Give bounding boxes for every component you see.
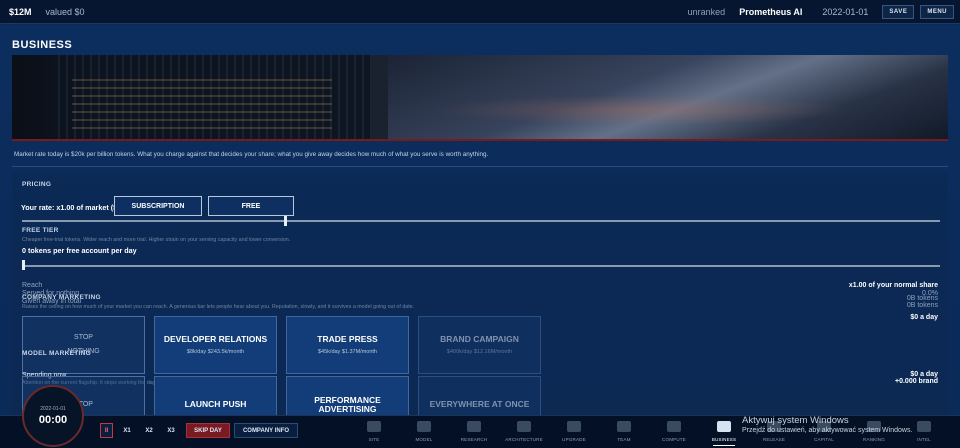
speed-x3-button[interactable]: X3 [162,423,180,438]
nav-item-label: RELEASE [762,437,786,442]
nav-item-label: SITE [368,437,380,442]
subscription-button[interactable]: SUBSCRIPTION [114,196,202,216]
nav-item-label: UPGRADE [562,437,586,442]
free-tier-value: 0 tokens per free account per day [22,246,137,255]
free-button[interactable]: FREE [208,196,294,216]
research-icon [467,421,481,432]
windows-activation-watermark: Aktywuj system Windows Przejdź do ustawi… [742,415,913,434]
intel-icon [917,421,931,432]
nav-item-label: BUSINESS [711,437,737,442]
nav-item-label: INTEL [917,437,931,442]
architecture-icon [517,421,531,432]
menu-button[interactable]: MENU [920,4,954,19]
compute-icon [667,421,681,432]
reach-value: x1.00 of your normal share [848,282,938,289]
nav-item-compute[interactable]: COMPUTE [654,419,694,447]
company-info-button[interactable]: COMPANY INFO [234,423,298,438]
nav-item-site[interactable]: SITE [354,419,394,447]
hero-image [12,55,948,141]
briefcase-icon [717,421,731,432]
nav-item-label: TEAM [617,437,631,442]
pause-button[interactable]: II [100,423,113,438]
nav-item-model[interactable]: MODEL [404,419,444,447]
clock-date: 2022-01-01 [40,406,66,412]
valuation-display: valued $0 [45,6,85,17]
everywhere-at-once-card[interactable]: EVERYWHERE AT ONCE [418,376,541,415]
reach-label: Reach [22,282,43,289]
speed-x1-button[interactable]: X1 [118,423,136,438]
model-icon [417,421,431,432]
intro-text: Market rate today is $20k per billion to… [14,151,489,158]
trade-press-card[interactable]: TRADE PRESS $45k/day $1.37M/month [286,316,409,374]
nav-item-label: RESEARCH [460,437,488,442]
nav-item-upgrade[interactable]: UPGRADE [554,419,594,447]
company-marketing-hint: Raises the ceiling on how much of your m… [22,304,415,310]
skip-day-button[interactable]: SKIP DAY [186,423,230,438]
developer-relations-card[interactable]: DEVELOPER RELATIONS $8k/day $243.5k/mont… [154,316,277,374]
nav-item-label: CAPITAL [814,437,834,442]
model-marketing-rate: $0 a day [910,371,938,378]
nav-item-architecture[interactable]: ARCHITECTURE [504,419,544,447]
free-tier-slider-track[interactable] [22,265,940,267]
business-page: BUSINESS Market rate today is $20k per b… [0,25,960,415]
rate-slider-knob[interactable] [284,216,288,226]
divider [12,166,948,167]
given-value-alt: 0B tokens [906,302,938,309]
pricing-heading: PRICING [22,181,52,188]
given-value: 0B tokens [906,295,938,302]
pricing-panel: PRICING Your rate: x1.00 of market ($20k… [12,171,948,415]
page-title: BUSINESS [12,39,73,51]
top-bar: $12M valued $0 unranked Prometheus AI 20… [0,0,960,24]
rank-display: unranked [687,6,726,17]
upgrade-icon [567,421,581,432]
nav-item-research[interactable]: RESEARCH [454,419,494,447]
clock-time: 00:00 [38,414,68,426]
team-icon [617,421,631,432]
company-marketing-rate: $0 a day [910,314,938,321]
company-marketing-stop[interactable]: STOP NOTHING [22,316,145,374]
nav-item-label: ARCHITECTURE [505,437,543,442]
free-tier-heading: FREE TIER [22,227,59,234]
brand-campaign-card[interactable]: BRAND CAMPAIGN $400k/day $12.16M/month [418,316,541,374]
nav-item-label: COMPUTE [662,437,686,442]
speed-x2-button[interactable]: X2 [140,423,158,438]
model-marketing-brand: +0.000 brand [895,378,938,385]
free-tier-slider-knob[interactable] [22,260,25,270]
cash-display: $12M [9,6,32,17]
nav-item-label: RANKING [863,437,885,442]
date-display: 2022-01-01 [822,6,869,17]
free-tier-hint: Cheaper free-trial tokens. Wider reach a… [22,237,291,243]
nav-item-team[interactable]: TEAM [604,419,644,447]
nav-item-business[interactable]: BUSINESS [704,419,744,447]
site-icon [367,421,381,432]
company-name: Prometheus AI [739,6,803,17]
game-clock: 2022-01-01 00:00 [22,385,84,447]
launch-push-card[interactable]: LAUNCH PUSH [154,376,277,415]
performance-advertising-card[interactable]: PERFORMANCE ADVERTISING [286,376,409,415]
nav-item-label: MODEL [415,437,433,442]
save-button[interactable]: SAVE [882,4,915,19]
rate-slider-track[interactable] [22,220,940,222]
model-marketing-heading: MODEL MARKETING [22,350,92,357]
